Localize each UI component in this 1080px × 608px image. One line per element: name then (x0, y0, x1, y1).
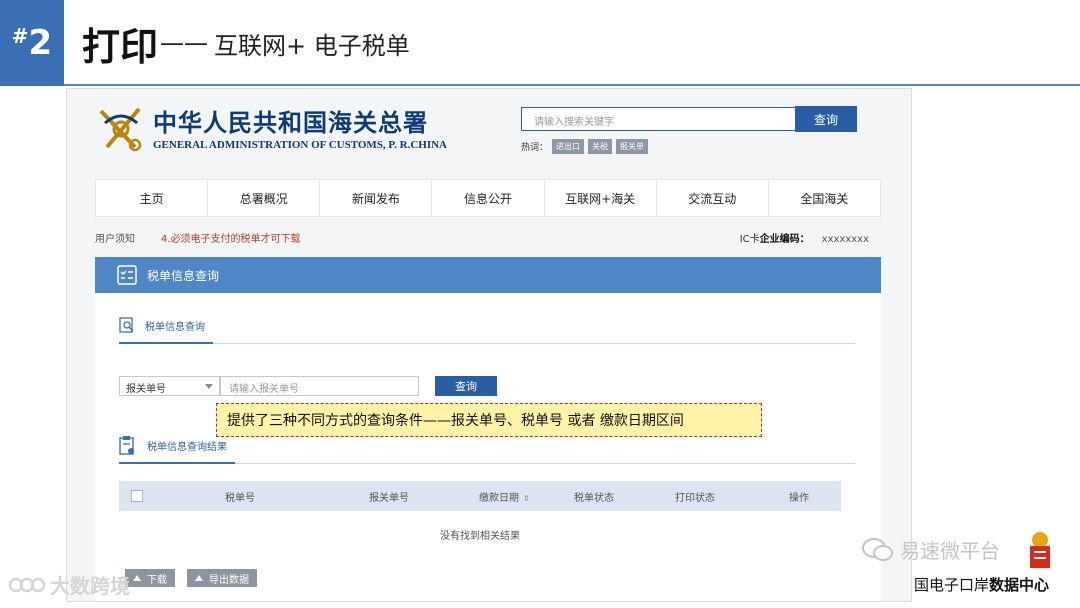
brand-logo-icon (8, 577, 46, 592)
query-type-select[interactable]: 报关单号 (119, 376, 220, 396)
notice-row: 用户须知 4.必须电子支付的税单才可下载 IC卡企业编码： xxxxxxxx (95, 230, 881, 246)
query-type-value: 报关单号 (126, 384, 166, 395)
slide-title-main: 打印 (82, 24, 159, 69)
watermark-bottom-bold: 数据中心 (989, 576, 1050, 594)
tab-active-indicator (119, 342, 213, 344)
slide-title-dash: —— (160, 29, 209, 57)
nav-item-overview[interactable]: 总署概况 (208, 180, 321, 216)
export-icon (195, 575, 203, 581)
empty-results-text: 没有找到相关结果 (440, 531, 520, 542)
tab-tax-query[interactable]: 税单信息查询 (119, 317, 205, 333)
watermark-wechat: 易速微平台 (862, 535, 1000, 564)
sort-icon[interactable]: ⇕ (523, 494, 530, 503)
checklist-icon (117, 265, 137, 285)
download-button-label: 下载 (147, 574, 167, 586)
tab-query-results-label: 税单信息查询结果 (147, 441, 227, 453)
column-header-tax-number[interactable]: 税单号 (225, 489, 255, 504)
column-header-declaration-number[interactable]: 报关单号 (369, 489, 409, 504)
annotation-callout: 提供了三种不同方式的查询条件——报关单号、税单号 或者 缴款日期区间 (216, 403, 762, 437)
slide-number: 2 (28, 23, 53, 63)
hot-tag[interactable]: 关税 (588, 139, 613, 154)
panel-body: 税单信息查询 报关单号 请输入报关单号 查询 税单信息查询结果 税单号 报关单号… (95, 293, 881, 601)
chevron-down-icon (205, 384, 213, 389)
tab-tax-query-label: 税单信息查询 (145, 321, 205, 333)
nav-item-interaction[interactable]: 交流互动 (657, 180, 769, 216)
results-active-indicator (119, 462, 235, 464)
download-icon (133, 575, 141, 581)
tab-divider (119, 343, 855, 344)
watermark-left-text: 大数跨境 (50, 574, 130, 598)
slide-number-badge: # 2 (0, 0, 64, 86)
query-button[interactable]: 查询 (435, 376, 497, 396)
eport-logo-icon (1030, 532, 1050, 568)
notice-text: 4.必须电子支付的税单才可下载 (161, 234, 301, 245)
clipboard-icon (119, 436, 134, 455)
nav-item-disclosure[interactable]: 信息公开 (432, 180, 545, 216)
site-search-button[interactable]: 查询 (795, 106, 857, 132)
download-button[interactable]: 下载 (125, 569, 175, 587)
slide-subtitle: 互联网+ 电子税单 (214, 31, 410, 60)
column-header-payment-date-label: 缴款日期 (479, 493, 519, 504)
export-button-label: 导出数据 (209, 574, 249, 586)
hot-words: 热词： 进出口 关税 报关单 (521, 139, 649, 154)
nav-item-internet-customs[interactable]: 互联网+海关 (545, 180, 657, 216)
hot-tag[interactable]: 报关单 (616, 139, 649, 154)
column-header-action: 操作 (789, 493, 809, 504)
site-name-en: GENERAL ADMINISTRATION OF CUSTOMS, P. R.… (153, 139, 447, 151)
main-nav: 主页 总署概况 新闻发布 信息公开 互联网+海关 交流互动 全国海关 (95, 179, 881, 217)
site-name-cn: 中华人民共和国海关总署 (153, 108, 428, 137)
export-button[interactable]: 导出数据 (187, 569, 257, 587)
declaration-number-input[interactable]: 请输入报关单号 (220, 376, 419, 396)
slide-title: 打印 —— 互联网+ 电子税单 (82, 12, 410, 74)
hot-tag[interactable]: 进出口 (552, 139, 585, 154)
panel-title: 税单信息查询 (147, 268, 220, 283)
slide-number-hash: # (11, 24, 29, 48)
user-notice-link[interactable]: 用户须知 (95, 230, 135, 245)
watermark-bottom: 国电子口岸数据中心 (914, 574, 1049, 595)
ic-card-info: IC卡企业编码： xxxxxxxx (740, 230, 869, 245)
title-divider (64, 84, 1080, 86)
ic-card-label: 企业编码： (759, 234, 810, 245)
panel-header: 税单信息查询 (95, 257, 881, 293)
site-search-input[interactable]: 请输入搜索关键字 (521, 107, 796, 131)
customs-emblem-icon (99, 107, 142, 152)
wechat-icon (862, 537, 893, 561)
column-header-print-status[interactable]: 打印状态 (675, 489, 715, 504)
customs-website-screenshot: 中华人民共和国海关总署 GENERAL ADMINISTRATION OF CU… (66, 88, 912, 602)
watermark-bottom-normal: 国电子口岸 (914, 576, 990, 594)
nav-item-national-customs[interactable]: 全国海关 (769, 180, 880, 216)
column-header-tax-status[interactable]: 税单状态 (574, 489, 614, 504)
select-all-checkbox[interactable] (131, 490, 143, 502)
ic-card-prefix: IC卡 (739, 234, 760, 245)
ic-card-value: xxxxxxxx (821, 234, 869, 245)
watermark-wechat-text: 易速微平台 (900, 539, 1000, 563)
hot-words-label: 热词： (521, 143, 549, 153)
nav-item-news[interactable]: 新闻发布 (320, 180, 433, 216)
column-header-payment-date[interactable]: 缴款日期 ⇕ (479, 489, 530, 504)
nav-item-home[interactable]: 主页 (96, 180, 209, 216)
search-document-icon (119, 317, 134, 333)
tab-query-results[interactable]: 税单信息查询结果 (119, 435, 227, 455)
watermark-left: 大数跨境 (8, 570, 130, 599)
results-table-header: 税单号 报关单号 缴款日期 ⇕ 税单状态 打印状态 操作 (119, 481, 841, 511)
